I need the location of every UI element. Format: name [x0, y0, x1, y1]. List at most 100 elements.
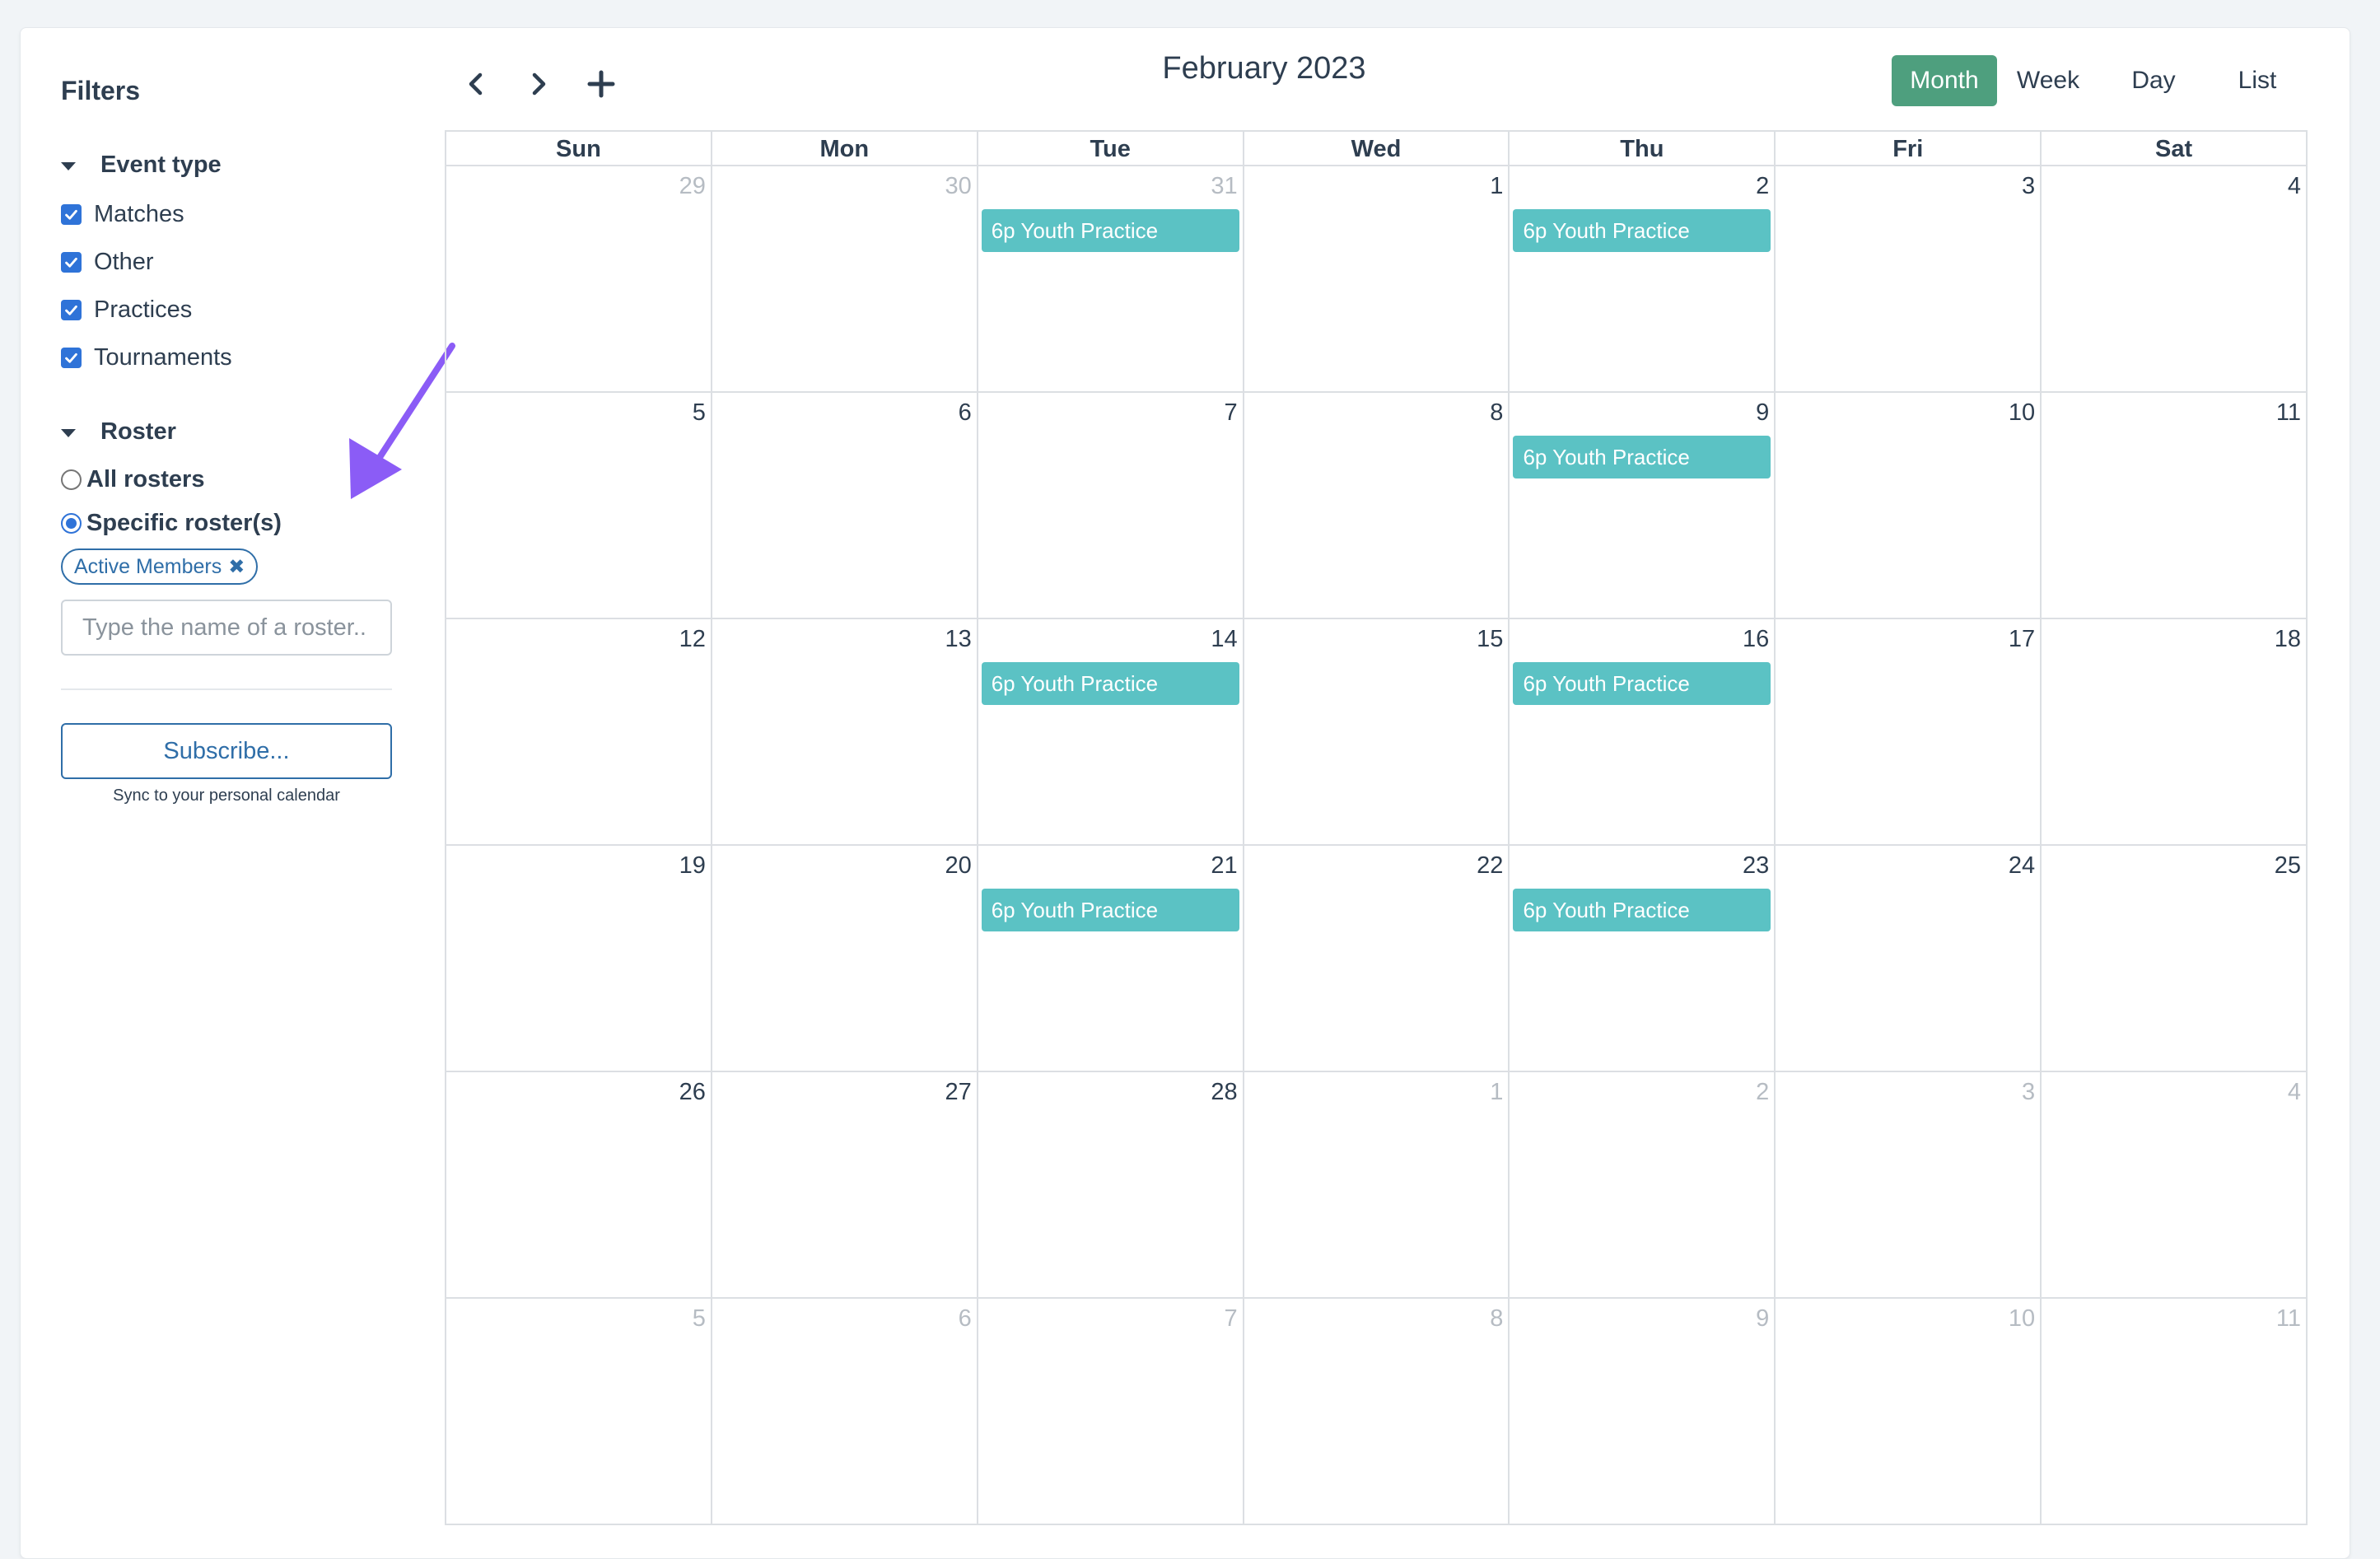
checkbox-checked-icon[interactable] [61, 252, 82, 273]
filter-practices[interactable]: Practices [61, 296, 192, 324]
event-youth-practice[interactable]: 6p Youth Practice [1513, 662, 1771, 705]
day-number[interactable]: 3 [2022, 173, 2035, 200]
day-number[interactable]: 2 [1756, 173, 1769, 200]
day-cell[interactable]: 23 6p Youth Practice [1510, 846, 1776, 1071]
day-cell[interactable]: 9 [1510, 1299, 1776, 1524]
view-week-button[interactable]: Week [2004, 55, 2093, 106]
day-number[interactable]: 3 [2022, 1079, 2035, 1106]
day-cell[interactable]: 21 6p Youth Practice [978, 846, 1244, 1071]
day-cell[interactable]: 4 [2042, 1072, 2306, 1297]
radio-selected-icon[interactable] [61, 513, 82, 534]
day-cell[interactable]: 19 [446, 846, 712, 1071]
day-cell[interactable]: 30 [712, 166, 978, 391]
day-number[interactable]: 11 [2276, 399, 2301, 427]
day-number[interactable]: 24 [2009, 852, 2035, 880]
filter-other[interactable]: Other [61, 249, 154, 276]
day-number[interactable]: 5 [693, 399, 706, 427]
view-list-button[interactable]: List [2212, 55, 2303, 106]
day-number[interactable]: 2 [1756, 1079, 1769, 1106]
day-cell[interactable]: 5 [446, 1299, 712, 1524]
view-month-button[interactable]: Month [1892, 55, 1997, 106]
day-number[interactable]: 27 [945, 1079, 971, 1106]
day-number[interactable]: 19 [679, 852, 706, 880]
day-number[interactable]: 9 [1756, 1305, 1769, 1333]
day-cell[interactable]: 7 [978, 1299, 1244, 1524]
day-number[interactable]: 14 [1211, 626, 1237, 653]
day-number[interactable]: 13 [945, 626, 971, 653]
day-number[interactable]: 4 [2288, 173, 2301, 200]
day-number[interactable]: 29 [679, 173, 706, 200]
day-number[interactable]: 15 [1477, 626, 1503, 653]
day-number[interactable]: 30 [945, 173, 971, 200]
day-cell[interactable]: 2 [1510, 1072, 1776, 1297]
day-number[interactable]: 16 [1743, 626, 1769, 653]
view-day-button[interactable]: Day [2108, 55, 2199, 106]
day-cell[interactable]: 13 [712, 619, 978, 844]
day-cell[interactable]: 27 [712, 1072, 978, 1297]
day-cell[interactable]: 29 [446, 166, 712, 391]
day-number[interactable]: 10 [2009, 399, 2035, 427]
day-cell[interactable]: 22 [1244, 846, 1510, 1071]
day-cell[interactable]: 14 6p Youth Practice [978, 619, 1244, 844]
day-number[interactable]: 9 [1756, 399, 1769, 427]
day-number[interactable]: 8 [1490, 1305, 1503, 1333]
day-number[interactable]: 7 [1224, 399, 1237, 427]
day-number[interactable]: 20 [945, 852, 971, 880]
day-number[interactable]: 12 [679, 626, 706, 653]
day-cell[interactable]: 26 [446, 1072, 712, 1297]
next-month-button[interactable] [514, 59, 563, 109]
day-number[interactable]: 23 [1743, 852, 1769, 880]
day-cell[interactable]: 25 [2042, 846, 2306, 1071]
filter-tournaments[interactable]: Tournaments [61, 344, 232, 371]
day-cell[interactable]: 31 6p Youth Practice [978, 166, 1244, 391]
day-cell[interactable]: 5 [446, 393, 712, 618]
event-youth-practice[interactable]: 6p Youth Practice [981, 209, 1239, 252]
day-cell[interactable]: 1 [1244, 1072, 1510, 1297]
day-number[interactable]: 18 [2275, 626, 2301, 653]
roster-toggle[interactable]: Roster [61, 418, 176, 446]
day-cell[interactable]: 9 6p Youth Practice [1510, 393, 1776, 618]
day-number[interactable]: 11 [2276, 1305, 2301, 1333]
day-number[interactable]: 6 [959, 1305, 972, 1333]
day-cell[interactable]: 10 [1776, 393, 2042, 618]
day-number[interactable]: 1 [1490, 1079, 1503, 1106]
checkbox-checked-icon[interactable] [61, 348, 82, 368]
day-cell[interactable]: 11 [2042, 1299, 2306, 1524]
day-cell[interactable]: 6 [712, 1299, 978, 1524]
day-cell[interactable]: 8 [1244, 393, 1510, 618]
event-youth-practice[interactable]: 6p Youth Practice [981, 662, 1239, 705]
day-number[interactable]: 10 [2009, 1305, 2035, 1333]
event-type-toggle[interactable]: Event type [61, 152, 222, 179]
day-cell[interactable]: 2 6p Youth Practice [1510, 166, 1776, 391]
filter-matches[interactable]: Matches [61, 201, 184, 228]
day-cell[interactable]: 20 [712, 846, 978, 1071]
day-cell[interactable]: 24 [1776, 846, 2042, 1071]
day-number[interactable]: 1 [1490, 173, 1503, 200]
day-cell[interactable]: 10 [1776, 1299, 2042, 1524]
day-number[interactable]: 7 [1224, 1305, 1237, 1333]
add-event-button[interactable] [576, 59, 626, 109]
day-cell[interactable]: 8 [1244, 1299, 1510, 1524]
day-cell[interactable]: 6 [712, 393, 978, 618]
day-number[interactable]: 28 [1211, 1079, 1237, 1106]
radio-all-rosters[interactable]: All rosters [61, 466, 204, 493]
day-number[interactable]: 25 [2275, 852, 2301, 880]
event-youth-practice[interactable]: 6p Youth Practice [1513, 209, 1771, 252]
day-cell[interactable]: 18 [2042, 619, 2306, 844]
day-number[interactable]: 21 [1211, 852, 1237, 880]
checkbox-checked-icon[interactable] [61, 204, 82, 225]
day-number[interactable]: 17 [2009, 626, 2035, 653]
event-youth-practice[interactable]: 6p Youth Practice [1513, 436, 1771, 478]
event-youth-practice[interactable]: 6p Youth Practice [1513, 889, 1771, 931]
day-number[interactable]: 8 [1490, 399, 1503, 427]
day-number[interactable]: 22 [1477, 852, 1503, 880]
day-cell[interactable]: 1 [1244, 166, 1510, 391]
day-cell[interactable]: 3 [1776, 1072, 2042, 1297]
prev-month-button[interactable] [451, 59, 501, 109]
day-number[interactable]: 5 [693, 1305, 706, 1333]
day-number[interactable]: 31 [1211, 173, 1237, 200]
day-number[interactable]: 6 [959, 399, 972, 427]
radio-specific-rosters[interactable]: Specific roster(s) [61, 510, 282, 537]
event-youth-practice[interactable]: 6p Youth Practice [981, 889, 1239, 931]
subscribe-button[interactable]: Subscribe... [61, 723, 392, 779]
